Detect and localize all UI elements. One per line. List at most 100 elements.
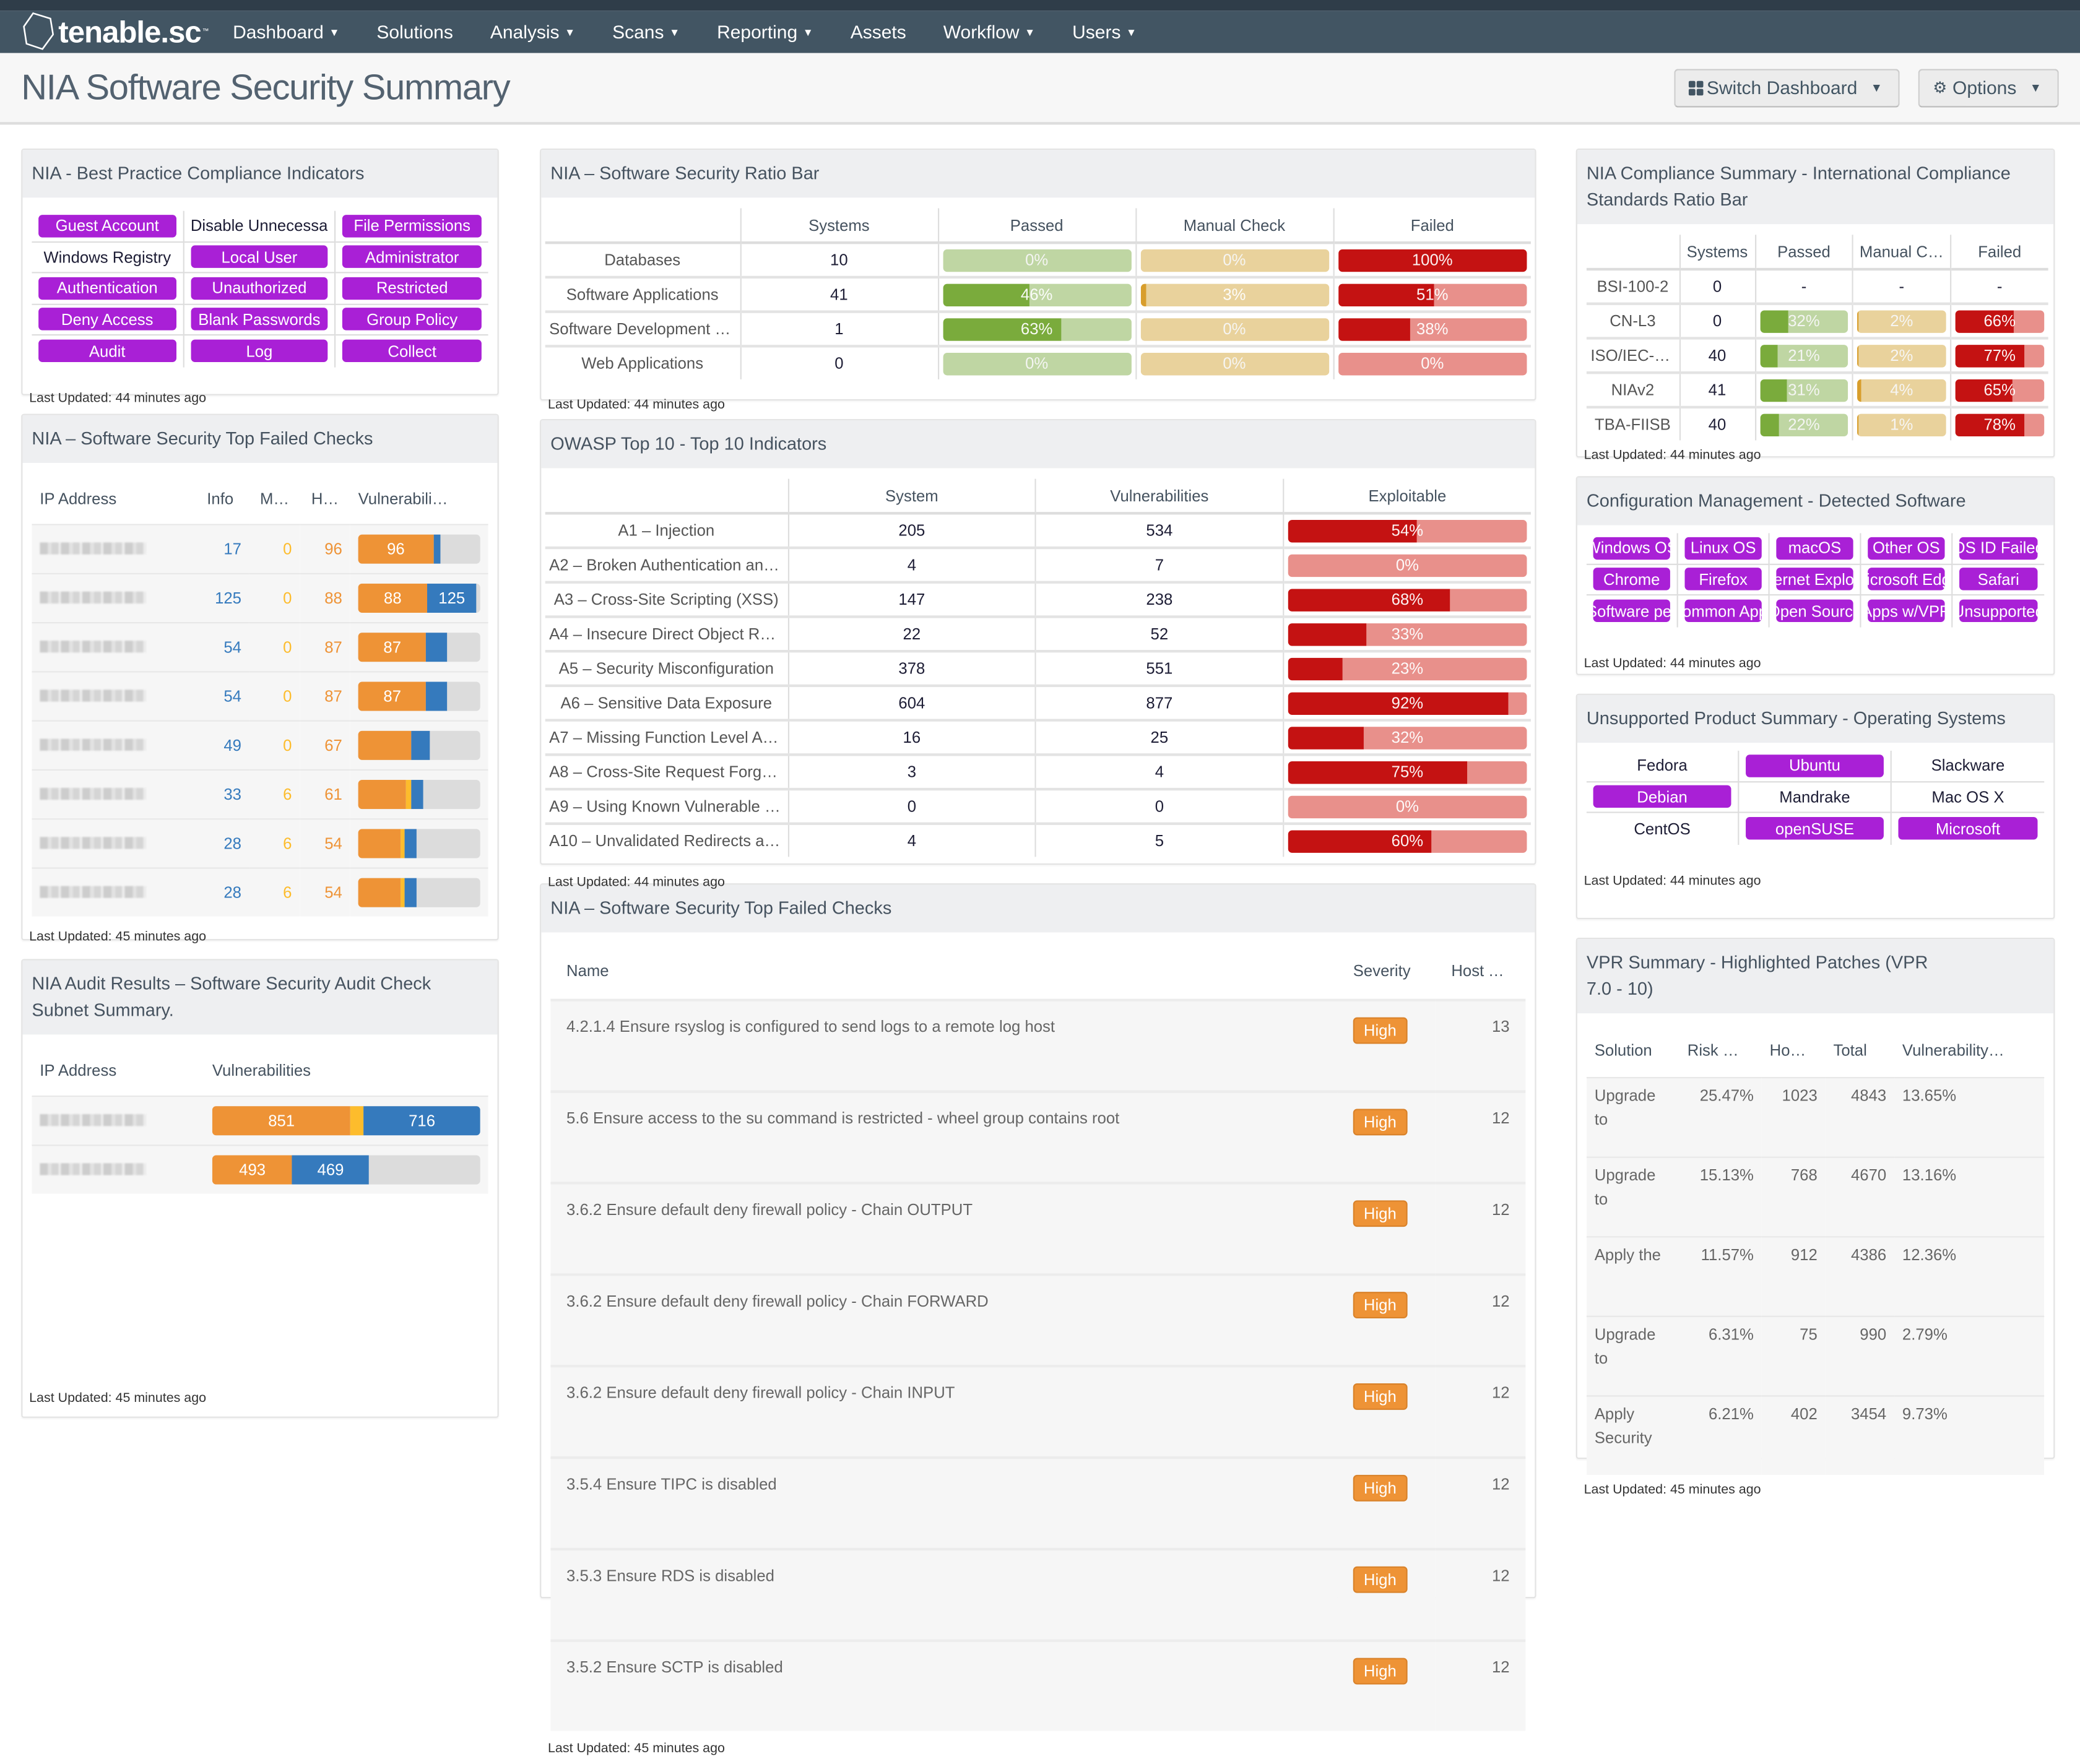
table-row[interactable]: A3 – Cross-Site Scripting (XSS) 147 238 68% bbox=[545, 582, 1531, 618]
table-row[interactable]: CN-L3 0 32% 2% 66% bbox=[1586, 303, 2048, 340]
table-row[interactable]: 851 716 bbox=[32, 1096, 488, 1146]
table-row[interactable]: Databases 10 0% 0% 100% bbox=[545, 243, 1531, 279]
nav-item-workflow[interactable]: Workflow ▼ bbox=[943, 21, 1035, 42]
indicator-label[interactable]: Disable Unnecessary bbox=[191, 217, 328, 235]
indicator-badge[interactable]: Collect bbox=[342, 340, 482, 363]
table-row[interactable]: 493 469 bbox=[32, 1144, 488, 1194]
table-row[interactable]: BSI-100-2 0- - - bbox=[1586, 269, 2048, 305]
brand-logo[interactable]: tenable.sc ™ bbox=[21, 12, 209, 51]
table-row[interactable]: A6 – Sensitive Data Exposure 604 877 92% bbox=[545, 685, 1531, 722]
options-button[interactable]: ⚙ Options ▼ bbox=[1918, 68, 2059, 107]
indicator-badge[interactable]: openSUSE bbox=[1746, 817, 1884, 840]
table-row[interactable]: 3.5.3 Ensure RDS is disabled High 12 bbox=[550, 1547, 1526, 1641]
table-row[interactable]: 3.6.2 Ensure default deny firewall polic… bbox=[550, 1365, 1526, 1458]
table-row[interactable]: ISO/IEC-2… 40 21% 2% 77% bbox=[1586, 338, 2048, 374]
indicator-badge[interactable]: Administrator bbox=[342, 245, 482, 269]
table-row[interactable]: Apply the 11.57% 912 4386 12.36% bbox=[1586, 1236, 2045, 1317]
table-row[interactable]: Upgrade to 6.31% 75 990 2.79% bbox=[1586, 1315, 2045, 1396]
indicator-badge[interactable]: Windows OS bbox=[1593, 537, 1670, 560]
nav-item-assets[interactable]: Assets bbox=[851, 21, 906, 42]
column-header[interactable]: Failed bbox=[1949, 235, 2048, 271]
column-header[interactable]: M… bbox=[249, 473, 300, 525]
column-header[interactable]: Failed bbox=[1332, 208, 1531, 244]
nav-item-dashboard[interactable]: Dashboard ▼ bbox=[233, 21, 339, 42]
table-row[interactable]: 5.6 Ensure access to the su command is r… bbox=[550, 1090, 1526, 1183]
indicator-badge[interactable]: Authentication bbox=[38, 277, 176, 300]
column-header[interactable]: System bbox=[787, 478, 1036, 515]
nav-item-users[interactable]: Users ▼ bbox=[1072, 21, 1137, 42]
column-header[interactable]: IP Address bbox=[32, 473, 191, 525]
column-header[interactable]: Total bbox=[1826, 1024, 1894, 1078]
switch-dashboard-button[interactable]: Switch Dashboard ▼ bbox=[1673, 68, 1900, 107]
table-row[interactable]: A9 – Using Known Vulnerable C… 0 0 0% bbox=[545, 789, 1531, 825]
indicator-badge[interactable]: Unsupported bbox=[1959, 600, 2038, 623]
column-header[interactable]: Manual Check bbox=[1135, 208, 1333, 244]
indicator-badge[interactable]: Chrome bbox=[1593, 568, 1670, 591]
column-header[interactable]: IP Address bbox=[32, 1045, 204, 1097]
table-row[interactable]: 33 6 61 bbox=[32, 769, 488, 819]
table-row[interactable]: 49 0 67 bbox=[32, 720, 488, 770]
indicator-badge[interactable]: Group Policy bbox=[342, 308, 482, 331]
column-header[interactable] bbox=[1586, 235, 1679, 271]
table-row[interactable]: TBA-FIISB 40 22% 1% 78% bbox=[1587, 407, 2048, 441]
column-header[interactable] bbox=[545, 478, 788, 515]
table-row[interactable]: 28 6 54 bbox=[32, 818, 488, 868]
table-row[interactable]: 125 0 88 88 125 bbox=[32, 573, 488, 623]
indicator-badge[interactable]: Microsoft Edge bbox=[1868, 568, 1945, 591]
indicator-badge[interactable]: Debian bbox=[1593, 785, 1731, 808]
column-header[interactable]: Manual C… bbox=[1852, 235, 1951, 271]
indicator-label[interactable]: Slackware bbox=[1931, 756, 2005, 775]
indicator-badge[interactable]: Other OS bbox=[1868, 537, 1945, 560]
table-row[interactable]: 4.2.1.4 Ensure rsyslog is configured to … bbox=[550, 998, 1526, 1092]
indicator-badge[interactable]: Local User bbox=[190, 245, 328, 269]
nav-item-solutions[interactable]: Solutions bbox=[376, 21, 453, 42]
indicator-badge[interactable]: Audit bbox=[38, 340, 176, 363]
nav-item-reporting[interactable]: Reporting ▼ bbox=[717, 21, 813, 42]
indicator-badge[interactable]: Restricted bbox=[342, 277, 482, 300]
table-row[interactable]: A2 – Broken Authentication and … 4 7 0% bbox=[545, 548, 1531, 584]
indicator-label[interactable]: Windows Registry bbox=[43, 248, 171, 266]
column-header[interactable]: Host Total bbox=[1436, 943, 1526, 1000]
table-row[interactable]: Software Development & … 1 63% 0% 38% bbox=[545, 311, 1531, 348]
table-row[interactable]: 3.6.2 Ensure default deny firewall polic… bbox=[550, 1273, 1526, 1367]
table-row[interactable]: Software Applications 41 46% 3% 51% bbox=[545, 277, 1531, 313]
table-row[interactable]: Upgrade to 25.47% 1023 4843 13.65% bbox=[1586, 1077, 2045, 1157]
indicator-label[interactable]: CentOS bbox=[1634, 819, 1690, 838]
column-header[interactable] bbox=[545, 208, 740, 244]
column-header[interactable]: Systems bbox=[1678, 235, 1756, 271]
column-header[interactable]: Severity bbox=[1337, 943, 1436, 1000]
table-row[interactable]: A5 – Security Misconfiguration 378 551 23% bbox=[545, 651, 1531, 688]
indicator-badge[interactable]: OS ID Failed bbox=[1959, 537, 2038, 560]
column-header[interactable]: Vulnerability… bbox=[1894, 1024, 2044, 1078]
nav-item-scans[interactable]: Scans ▼ bbox=[612, 21, 680, 42]
indicator-badge[interactable]: Firefox bbox=[1684, 568, 1762, 591]
indicator-badge[interactable]: Log bbox=[190, 340, 328, 363]
table-row[interactable]: A7 – Missing Function Level Acc… 16 25 32% bbox=[545, 720, 1531, 756]
indicator-label[interactable]: Mac OS X bbox=[1931, 787, 2004, 806]
table-row[interactable]: 54 0 87 87 bbox=[32, 622, 488, 672]
indicator-badge[interactable]: Open Source bbox=[1776, 600, 1853, 623]
indicator-label[interactable]: Fedora bbox=[1637, 756, 1687, 775]
nav-item-analysis[interactable]: Analysis ▼ bbox=[490, 21, 575, 42]
column-header[interactable]: Info bbox=[191, 473, 249, 525]
indicator-badge[interactable]: Unauthorized bbox=[190, 277, 328, 300]
indicator-badge[interactable]: Internet Explorer bbox=[1776, 568, 1853, 591]
column-header[interactable]: Vulnerabilities bbox=[204, 1045, 488, 1097]
table-row[interactable]: 28 6 54 bbox=[32, 867, 488, 917]
table-row[interactable]: Web Applications 0 0% 0% 0% bbox=[545, 346, 1531, 379]
indicator-badge[interactable]: File Permissions bbox=[342, 214, 482, 238]
indicator-badge[interactable]: Guest Account bbox=[38, 214, 176, 238]
indicator-badge[interactable]: Deny Access bbox=[38, 308, 176, 331]
table-row[interactable]: 3.5.2 Ensure SCTP is disabled High 12 bbox=[550, 1639, 1526, 1731]
column-header[interactable]: Solution bbox=[1587, 1024, 1679, 1078]
column-header[interactable]: Exploitable bbox=[1282, 478, 1531, 515]
column-header[interactable]: Vulnerabili… bbox=[350, 473, 488, 525]
column-header[interactable]: Risk … bbox=[1679, 1024, 1762, 1078]
column-header[interactable]: Vulnerabilities bbox=[1034, 478, 1283, 515]
indicator-badge[interactable]: Linux OS bbox=[1684, 537, 1762, 560]
table-row[interactable]: 3.5.4 Ensure TIPC is disabled High 12 bbox=[550, 1456, 1526, 1549]
table-row[interactable]: Apply Security 6.21% 402 3454 9.73% bbox=[1586, 1395, 2045, 1475]
table-row[interactable]: A10 – Unvalidated Redirects an… 4 5 60% bbox=[545, 823, 1531, 857]
table-row[interactable]: 17 0 96 96 bbox=[32, 524, 488, 574]
column-header[interactable]: H… bbox=[300, 473, 350, 525]
